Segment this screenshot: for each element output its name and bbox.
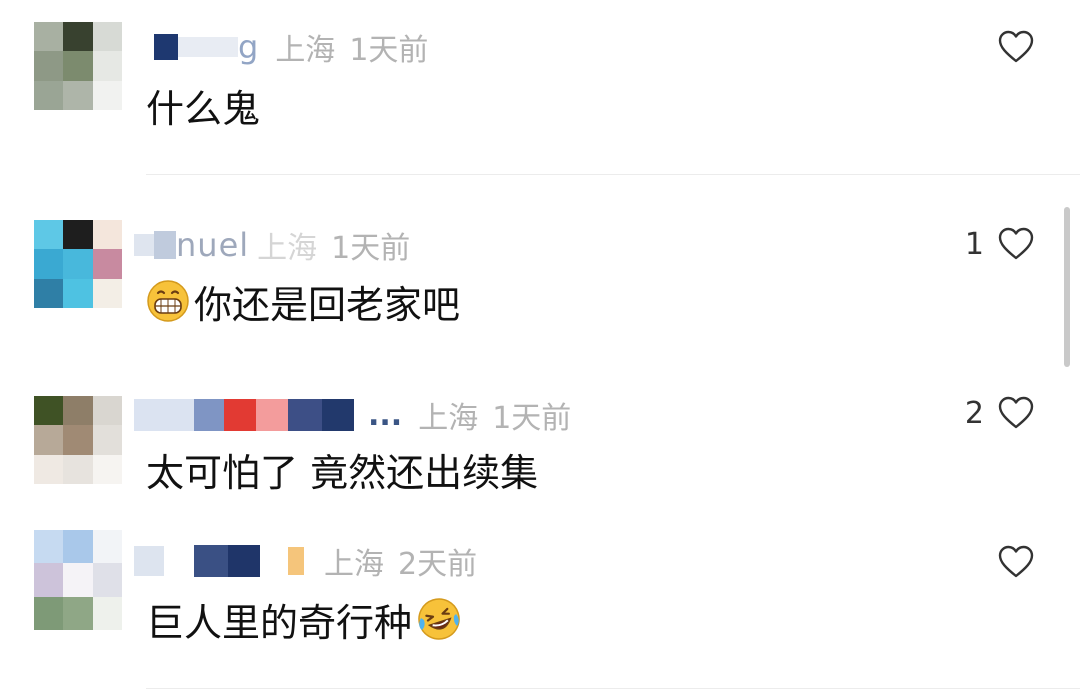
comment-meta: ... 上海 1天前 (134, 392, 571, 438)
username-blurred[interactable] (134, 397, 354, 433)
comment-divider (146, 174, 1080, 175)
like-button[interactable]: 1 (965, 224, 1034, 264)
comment-meta: 上海 2天前 (134, 538, 477, 584)
comment-meta: g 上海 1天前 (134, 24, 428, 70)
like-button[interactable] (984, 27, 1034, 67)
comment-location: 上海 (275, 33, 336, 68)
heart-outline-icon[interactable] (998, 30, 1034, 64)
comment-list: g 上海 1天前 什么鬼 nuel 上海 1天前 你还是回老家吧 1 ... 上… (0, 0, 1080, 697)
username-blurred[interactable] (134, 543, 304, 579)
comment-text-content: 太可怕了 竟然还出续集 (146, 450, 539, 495)
scrollbar-thumb[interactable] (1064, 207, 1070, 367)
heart-outline-icon[interactable] (998, 396, 1034, 430)
comment-text: 什么鬼 (146, 80, 261, 131)
comment-time: 1天前 (492, 401, 572, 436)
comment-time: 1天前 (331, 231, 411, 266)
avatar[interactable] (34, 220, 122, 308)
username-visible[interactable]: g (238, 28, 259, 66)
comment-text-content: 你还是回老家吧 (194, 282, 461, 327)
username-visible[interactable]: nuel (176, 226, 249, 264)
grinning-face-icon (147, 280, 189, 322)
comment-location: 上海 (324, 547, 384, 582)
avatar[interactable] (34, 530, 122, 630)
comment-location: 上海 (418, 401, 479, 436)
comment-text-content: 巨人里的奇行种 (146, 600, 413, 645)
avatar[interactable] (34, 396, 122, 484)
comment-time: 2天前 (398, 547, 478, 582)
like-button[interactable]: 2 (965, 393, 1034, 433)
username-blurred[interactable] (134, 227, 176, 263)
comment-text: 太可怕了 竟然还出续集 (146, 444, 539, 495)
rolling-laughing-face-icon (418, 598, 460, 640)
heart-outline-icon[interactable] (998, 545, 1034, 579)
comment-text-content: 什么鬼 (146, 86, 261, 131)
heart-outline-icon[interactable] (998, 227, 1034, 261)
avatar[interactable] (34, 22, 122, 110)
comment-text: 你还是回老家吧 (146, 276, 461, 327)
like-count: 2 (964, 395, 984, 431)
like-count: 1 (964, 226, 984, 262)
comment-divider (146, 688, 1080, 689)
comment-location: 上海 (257, 231, 318, 266)
username-ellipsis[interactable]: ... (368, 398, 402, 433)
comment-meta: nuel 上海 1天前 (134, 222, 410, 268)
comment-text: 巨人里的奇行种 (146, 592, 462, 646)
comment-time: 1天前 (349, 33, 429, 68)
username-blurred[interactable] (134, 29, 238, 65)
like-button[interactable] (984, 542, 1034, 582)
